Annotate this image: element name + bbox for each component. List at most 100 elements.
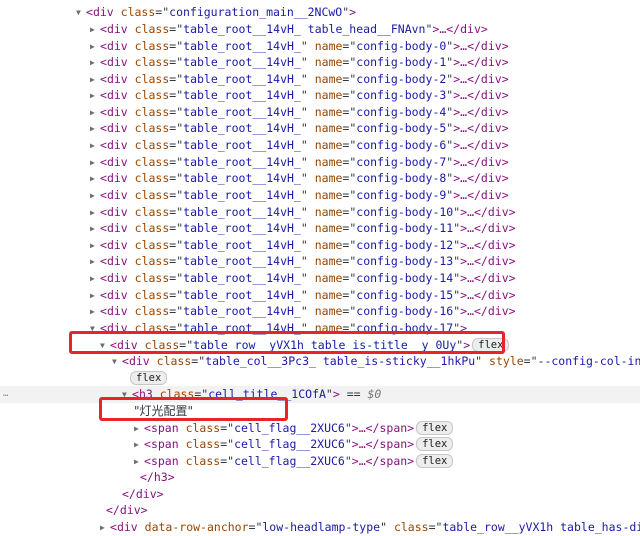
dom-node-row[interactable]: ▶ <div class="table_root__14vH_" name="co… [0,237,640,254]
collapse-triangle-icon[interactable]: ▶ [134,437,144,453]
attribute-name: class [120,5,156,19]
collapse-triangle-icon[interactable]: ▶ [90,205,100,221]
dom-node-row[interactable]: ▶ <div class="table_root__14vH_" name="co… [0,38,640,55]
flex-badge[interactable]: flex [416,454,454,468]
collapse-triangle-icon[interactable]: ▶ [90,221,100,237]
tag-open-bracket: < [100,238,107,252]
collapse-triangle-icon[interactable]: ▶ [90,88,100,104]
dom-node-row[interactable]: </div> [0,486,640,503]
collapse-triangle-icon[interactable]: ▶ [134,421,144,437]
dom-node-row[interactable]: ▶ <div class="table_root__14vH_" name="co… [0,137,640,154]
dom-node-row[interactable]: </div> [0,502,640,519]
expand-triangle-icon[interactable]: ▼ [112,354,122,370]
dom-node-row[interactable]: ▶ <div class="table_root__14vH_" name="co… [0,71,640,88]
dom-node-row[interactable]: </h3> [0,469,640,486]
collapse-triangle-icon[interactable]: ▶ [90,39,100,55]
flex-badge[interactable]: flex [416,437,454,451]
tag-name: div [106,39,128,53]
attribute-value: table_root__14vH_ [183,155,301,169]
dom-node-row[interactable]: ▶ <div data-row-anchor="low-headlamp-type… [0,519,640,536]
collapse-triangle-icon[interactable]: ▶ [90,55,100,71]
attribute-value: config-body-10 [356,205,454,219]
dom-node-row[interactable]: … ▼ <h3 class="cell_title__1COfA"> == $0 [0,386,640,403]
dom-node-row[interactable]: ▶ <div class="table_root__14vH_" name="co… [0,253,640,270]
dom-node-row[interactable]: ▶ <div class="table_root__14vH_" name="co… [0,303,640,320]
collapse-triangle-icon[interactable]: ▶ [90,121,100,137]
attribute-name: class [134,155,170,169]
dom-node-row[interactable]: ▶ <div class="table_root__14vH_ table_hea… [0,21,640,38]
dom-node-row[interactable]: ▶ <div class="table_root__14vH_" name="co… [0,54,640,71]
expand-triangle-icon[interactable]: ▼ [76,5,86,21]
collapse-triangle-icon[interactable]: ▶ [90,138,100,154]
collapse-triangle-icon[interactable]: ▶ [90,254,100,270]
attribute-name: class [156,354,192,368]
collapse-triangle-icon[interactable]: ▶ [100,520,110,536]
dom-node-row[interactable]: flex [0,370,640,387]
attribute-value: config-body-4 [356,105,447,119]
tag-name: div [106,121,128,135]
dom-node-row[interactable]: ▶ <div class="table_root__14vH_" name="co… [0,154,640,171]
flex-badge[interactable]: flex [130,371,168,385]
flex-badge[interactable]: flex [416,421,454,435]
attribute-value: table_root__14vH_ [183,238,301,252]
collapse-triangle-icon[interactable]: ▶ [134,454,144,470]
attribute-name: name [314,105,343,119]
attr-quote: " [300,72,308,86]
collapse-triangle-icon[interactable]: ▶ [90,188,100,204]
dom-node-row[interactable]: ▶ <div class="table_root__14vH_" name="co… [0,204,640,221]
dom-node-row[interactable]: ▶ <div class="table_root__14vH_" name="co… [0,120,640,137]
attribute-name: class [134,238,170,252]
dom-node-row[interactable]: ▶ <div class="table_root__14vH_" name="co… [0,270,640,287]
dom-node-row[interactable]: ▶ <div class="table_root__14vH_" name="co… [0,170,640,187]
tag-open-bracket: < [100,288,107,302]
dom-node-row[interactable]: ▶ <span class="cell_flag__2XUC6">…</span>… [0,420,640,437]
attribute-name: class [134,72,170,86]
dom-node-row[interactable]: ▶ <span class="cell_flag__2XUC6">…</span>… [0,453,640,470]
attribute-value: table_root__14vH_ table_head__FNAvn [183,22,426,36]
attr-quote: " [300,188,308,202]
collapse-triangle-icon[interactable]: ▶ [90,238,100,254]
tag-open-bracket: < [144,421,151,435]
selection-ellipsis-icon[interactable]: … [3,386,8,403]
tag-name: div [92,5,114,19]
attribute-name: class [134,121,170,135]
attr-equals: =" [169,221,184,235]
collapse-triangle-icon[interactable]: ▶ [90,72,100,88]
tag-name: div [106,254,128,268]
tag-tail: > [349,5,357,19]
attr-equals: =" [169,72,184,86]
collapse-triangle-icon[interactable]: ▶ [90,155,100,171]
dom-node-row[interactable]: ▶ <div class="table_root__14vH_" name="co… [0,104,640,121]
dom-node-row[interactable]: ▶ <div class="table_root__14vH_" name="co… [0,187,640,204]
attribute-value: --config-col-index:0 [537,354,640,368]
dom-node-row[interactable]: ▶ <div class="table_root__14vH_" name="co… [0,287,640,304]
collapse-triangle-icon[interactable]: ▶ [90,304,100,320]
dom-node-row[interactable]: ▶ <span class="cell_flag__2XUC6">…</span>… [0,436,640,453]
attr-quote: " [344,454,352,468]
collapse-triangle-icon[interactable]: ▶ [90,271,100,287]
collapse-triangle-icon[interactable]: ▶ [90,22,100,38]
collapse-triangle-icon[interactable]: ▶ [90,171,100,187]
dom-node-row[interactable]: ▼ <div class="table_col__3Pc3_ table_is-s… [0,353,640,370]
dom-node-row[interactable]: ▶ <div class="table_root__14vH_" name="co… [0,220,640,237]
attribute-value: config-body-8 [356,171,447,185]
dom-node-row[interactable]: "灯光配置" [0,403,640,420]
collapse-triangle-icon[interactable]: ▶ [90,105,100,121]
tag-name: div [106,72,128,86]
collapse-triangle-icon[interactable]: ▶ [90,288,100,304]
dom-node-row[interactable]: ▶ <div class="table_root__14vH_" name="co… [0,87,640,104]
dom-node-row[interactable]: ▼ <div class="configuration_main__2NCwO"> [0,4,640,21]
attr-equals: =" [169,121,184,135]
attr-equals: =" [220,454,235,468]
attribute-value: table_row__yVX1h table_has-difference [442,520,640,534]
attribute-value: table_root__14vH_ [183,138,301,152]
tag-name: div [106,205,128,219]
attr-equals: =" [169,288,184,302]
